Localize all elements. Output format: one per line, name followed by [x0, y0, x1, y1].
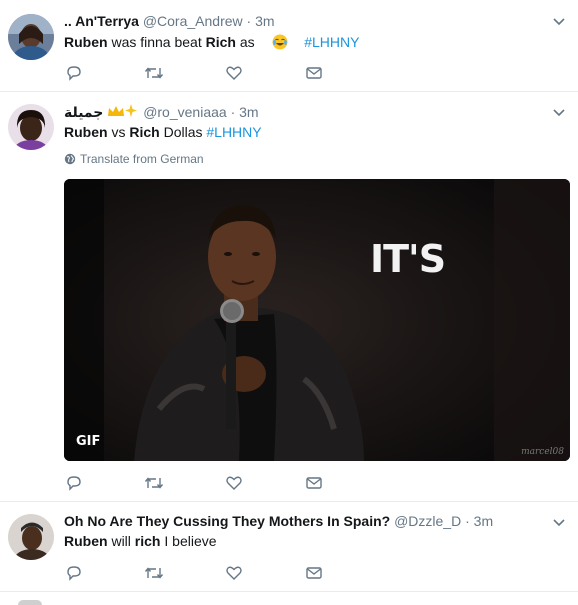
tweet[interactable]: .. An'Terrya @Cora_Andrew · 3m Ruben was… [0, 0, 578, 92]
reply-button[interactable] [64, 563, 84, 583]
display-name[interactable]: .. An'Terrya [64, 13, 139, 29]
direct-message-button[interactable] [304, 473, 324, 493]
retweet-icon [144, 477, 164, 489]
chevron-down-icon [553, 18, 565, 26]
reply-icon [67, 476, 81, 491]
hashtag-link[interactable]: #LHHNY [206, 124, 261, 140]
timestamp[interactable]: 3m [474, 513, 493, 529]
heart-icon [226, 476, 242, 490]
translate-link[interactable]: Translate from German [64, 152, 204, 166]
more-options-button[interactable] [552, 106, 566, 120]
tweet-actions [64, 563, 334, 583]
tweet-header: .. An'Terrya @Cora_Andrew · 3m [64, 13, 275, 29]
reply-icon [67, 566, 81, 581]
heart-icon [226, 66, 242, 80]
tweet-actions [64, 473, 334, 493]
mention-text: Ruben [64, 34, 108, 50]
gif-frame-image [64, 179, 570, 461]
reply-button[interactable] [64, 473, 84, 493]
envelope-icon [306, 67, 322, 79]
separator: · [230, 104, 236, 120]
gif-badge: GIF [76, 434, 101, 449]
mention-text: Ruben [64, 533, 108, 549]
heart-icon [226, 566, 242, 580]
separator: · [465, 513, 470, 529]
direct-message-button[interactable] [304, 63, 324, 83]
display-name[interactable]: Oh No Are They Cussing They Mothers In S… [64, 513, 390, 529]
chevron-down-icon [553, 109, 565, 117]
tweet[interactable]: Oh No Are They Cussing They Mothers In S… [0, 502, 578, 592]
mention-text: Ruben [64, 124, 108, 140]
text-segment: as [235, 34, 255, 50]
tweet-header: Oh No Are They Cussing They Mothers In S… [64, 513, 493, 529]
tweet[interactable]: جميلة @ro_veniaaa · 3m Ruben vs Rich Dol… [0, 92, 578, 502]
crown-sparkles-icon [108, 104, 138, 117]
tweet-text: Ruben vs Rich Dollas #LHHNY [64, 124, 262, 140]
reply-icon [67, 66, 81, 81]
more-options-button[interactable] [552, 15, 566, 29]
chevron-down-icon [553, 519, 565, 527]
envelope-icon [306, 477, 322, 489]
direct-message-button[interactable] [304, 563, 324, 583]
tweet-actions [64, 63, 334, 83]
avatar[interactable] [8, 514, 54, 560]
retweet-icon [144, 67, 164, 79]
mention-text: Rich [205, 34, 236, 50]
like-button[interactable] [224, 563, 244, 583]
retweet-icon [144, 567, 164, 579]
handle[interactable]: @Cora_Andrew [143, 13, 243, 29]
more-options-button[interactable] [552, 516, 566, 530]
next-tweet-edge [18, 600, 42, 605]
handle[interactable]: @Dzzle_D [394, 513, 461, 529]
globe-icon [64, 153, 76, 165]
retweet-button[interactable] [144, 563, 164, 583]
retweet-button[interactable] [144, 473, 164, 493]
like-button[interactable] [224, 63, 244, 83]
text-segment: was finna beat [107, 34, 206, 50]
tweet-text: Ruben will rich I believe [64, 533, 217, 549]
text-segment: vs [107, 124, 130, 140]
text-segment: Dollas [159, 124, 207, 140]
translate-label: Translate from German [80, 152, 204, 166]
like-button[interactable] [224, 473, 244, 493]
reply-button[interactable] [64, 63, 84, 83]
avatar[interactable] [8, 14, 54, 60]
gif-caption: IT'S [370, 237, 446, 281]
envelope-icon [306, 567, 322, 579]
tweet-text: Ruben was finna beat Rich as #LHHNY [64, 34, 359, 50]
retweet-button[interactable] [144, 63, 164, 83]
face-with-tears-of-joy-icon [272, 34, 288, 50]
tweet-header: جميلة @ro_veniaaa · 3m [64, 103, 259, 121]
avatar[interactable] [8, 104, 54, 150]
display-name[interactable]: جميلة [64, 104, 103, 120]
gif-watermark: marcel08 [521, 447, 564, 457]
gif-media[interactable]: IT'S GIF marcel08 [64, 179, 570, 461]
mention-text: Rich [129, 124, 160, 140]
hashtag-link[interactable]: #LHHNY [304, 34, 359, 50]
handle[interactable]: @ro_veniaaa [143, 104, 227, 120]
separator: · [246, 13, 252, 29]
text-segment: will [107, 533, 135, 549]
mention-text: rich [134, 533, 161, 549]
timestamp[interactable]: 3m [255, 13, 274, 29]
text-segment: I believe [160, 533, 217, 549]
timestamp[interactable]: 3m [239, 104, 258, 120]
